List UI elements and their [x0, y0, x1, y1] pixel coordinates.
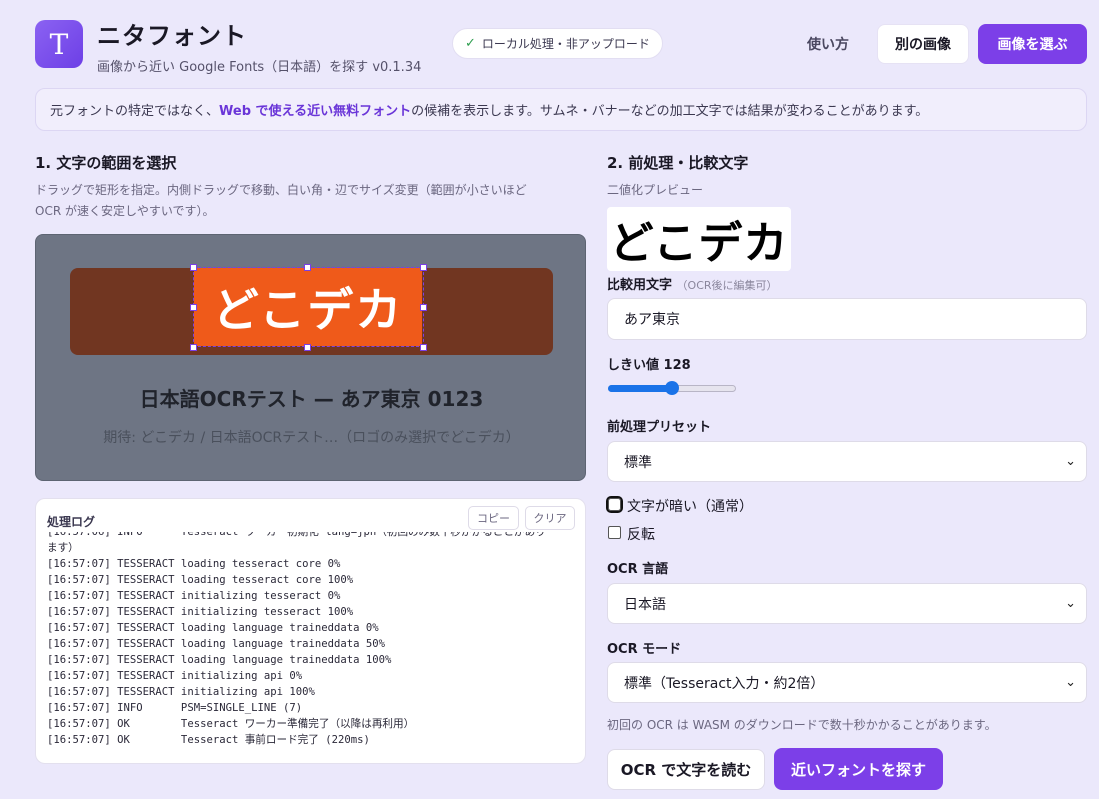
binary-preview-label: 二値化プレビュー: [607, 183, 704, 197]
log-line: [16:57:07] INFO PSM=SINGLE_LINE (7): [47, 702, 303, 714]
resize-handle-top-right[interactable]: [420, 264, 427, 271]
chevron-down-icon: ⌄: [1065, 596, 1076, 611]
log-output[interactable]: [16:57:06] INFO Tesseract ワーカー初期化 lang=j…: [47, 532, 582, 762]
resize-handle-bottom[interactable]: [304, 344, 311, 351]
app-title: ニタフォント: [97, 22, 247, 50]
clear-log-button[interactable]: クリア: [525, 506, 575, 530]
log-title: 処理ログ: [47, 515, 96, 529]
dark-text-checkbox[interactable]: [606, 496, 623, 513]
selection-rectangle[interactable]: [193, 267, 424, 347]
threshold-label: しきい値 128: [607, 358, 691, 373]
ocr-language-value: 日本語: [624, 596, 666, 613]
resize-handle-left[interactable]: [190, 304, 197, 311]
howto-button[interactable]: 使い方: [796, 27, 860, 61]
select-desc-line2: OCR が速く安定しやすいです）。: [35, 204, 215, 218]
resize-handle-right[interactable]: [420, 304, 427, 311]
ocr-note: 初回の OCR は WASM のダウンロードで数十秒かかることがあります。: [607, 718, 997, 732]
resize-handle-bottom-left[interactable]: [190, 344, 197, 351]
ocr-language-select[interactable]: 日本語 ⌄: [607, 583, 1087, 624]
log-line: [16:57:07] TESSERACT initializing api 10…: [47, 686, 315, 698]
copy-log-button[interactable]: コピー: [468, 506, 519, 530]
log-line: [16:57:07] TESSERACT initializing tesser…: [47, 590, 341, 602]
log-line: [16:57:07] TESSERACT loading tesseract c…: [47, 574, 354, 586]
invert-label: 反転: [627, 527, 655, 543]
chevron-down-icon: ⌄: [1065, 454, 1076, 469]
resize-handle-bottom-right[interactable]: [420, 344, 427, 351]
log-line: [16:57:07] OK Tesseract 事前ロード完了 (220ms): [47, 734, 370, 746]
resize-handle-top-left[interactable]: [190, 264, 197, 271]
threshold-slider-thumb[interactable]: [665, 381, 679, 395]
threshold-slider[interactable]: [608, 381, 736, 395]
compare-text-label: 比較用文字 （OCR後に編集可）: [607, 274, 778, 293]
local-processing-badge: ✓ ローカル処理・非アップロード: [452, 28, 663, 59]
badge-label: ローカル処理・非アップロード: [481, 37, 650, 51]
log-line: [16:57:06] INFO Tesseract ワーカー初期化 lang=j…: [47, 532, 546, 538]
ocr-language-label: OCR 言語: [607, 562, 669, 577]
compare-text-value: あア東京: [624, 312, 680, 328]
log-line: [16:57:07] OK Tesseract ワーカー準備完了（以降は再利用）: [47, 718, 415, 730]
log-line: [16:57:07] TESSERACT initializing api 0%: [47, 670, 303, 682]
app-subtitle: 画像から近い Google Fonts（日本語）を探す v0.1.34: [97, 60, 422, 75]
compare-text-input[interactable]: あア東京: [607, 298, 1087, 340]
preset-select-value: 標準: [624, 454, 652, 471]
log-line: [16:57:07] TESSERACT loading tesseract c…: [47, 558, 341, 570]
compare-text-hint: （OCR後に編集可）: [676, 279, 778, 292]
preset-select[interactable]: 標準 ⌄: [607, 441, 1087, 482]
image-expect-text: 期待: どこデカ / 日本語OCRテスト…（ロゴのみ選択でどこデカ）: [103, 430, 520, 446]
notice-text-before: 元フォントの特定ではなく、: [50, 104, 220, 119]
section-preprocess-heading: 2. 前処理・比較文字: [607, 154, 749, 172]
processing-log-panel: 処理ログ コピー クリア [16:57:06] INFO Tesseract ワ…: [35, 498, 586, 764]
notice-text-after: の候補を表示します。サムネ・バナーなどの加工文字では結果が変わることがあります。: [411, 104, 929, 119]
log-line: [16:57:07] TESSERACT loading language tr…: [47, 638, 386, 650]
log-line: [16:57:07] TESSERACT initializing tesser…: [47, 606, 354, 618]
check-icon: ✓: [465, 36, 476, 51]
invert-checkbox[interactable]: [608, 526, 621, 539]
image-title-text: 日本語OCRテスト — あア東京 0123: [139, 387, 484, 411]
ocr-mode-label: OCR モード: [607, 642, 682, 657]
threshold-slider-fill: [608, 385, 672, 392]
ocr-mode-value: 標準（Tesseract入力・約2倍）: [624, 675, 825, 692]
ocr-read-button[interactable]: OCR で文字を読む: [607, 749, 765, 790]
log-line: [16:57:07] TESSERACT loading language tr…: [47, 622, 379, 634]
select-desc-line1: ドラッグで矩形を指定。内側ドラッグで移動、白い角・辺でサイズ変更（範囲が小さいほ…: [35, 183, 527, 197]
app-logo: T: [35, 20, 83, 68]
dark-text-label: 文字が暗い（通常）: [627, 499, 753, 515]
find-font-button[interactable]: 近いフォントを探す: [774, 748, 943, 790]
ocr-mode-select[interactable]: 標準（Tesseract入力・約2倍） ⌄: [607, 662, 1087, 703]
preset-label: 前処理プリセット: [607, 420, 712, 435]
other-image-button[interactable]: 別の画像: [877, 24, 969, 64]
chevron-down-icon: ⌄: [1065, 675, 1076, 690]
compare-text-label-main: 比較用文字: [607, 278, 673, 293]
log-line: [16:57:07] TESSERACT loading language tr…: [47, 654, 392, 666]
section-select-heading: 1. 文字の範囲を選択: [35, 154, 177, 172]
notice-text-bold: Web で使える近い無料フォント: [219, 104, 412, 119]
choose-image-button[interactable]: 画像を選ぶ: [978, 24, 1087, 64]
resize-handle-top[interactable]: [304, 264, 311, 271]
binary-preview-image: どこデカ: [607, 207, 791, 271]
info-notice: 元フォントの特定ではなく、 Web で使える近い無料フォント の候補を表示します。サ…: [35, 88, 1087, 131]
image-crop-area[interactable]: どこデカ 日本語OCRテスト — あア東京 0123 期待: どこデカ / 日本…: [35, 234, 586, 481]
log-line: ます）: [47, 542, 79, 554]
